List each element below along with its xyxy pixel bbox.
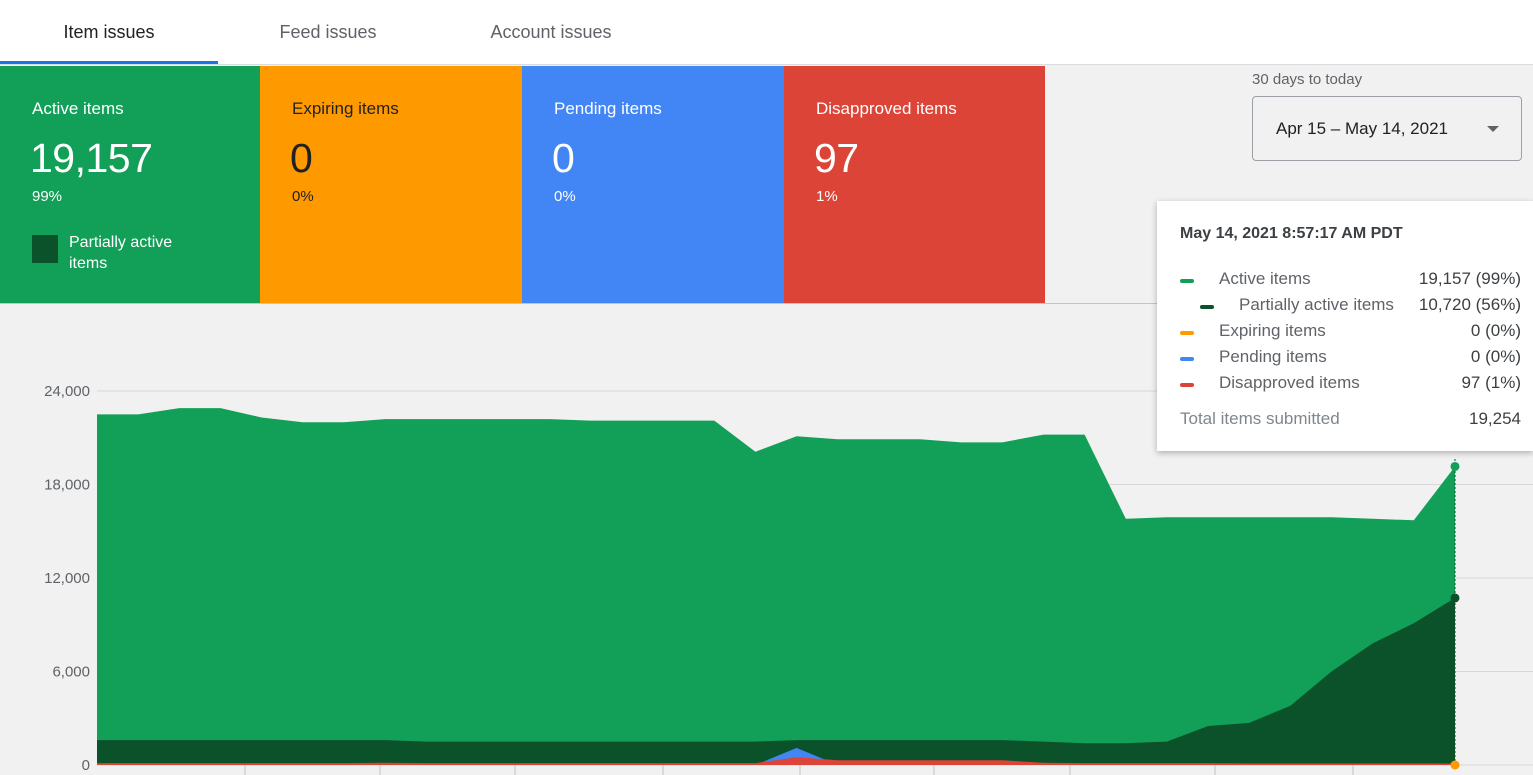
series-dash-icon <box>1180 331 1194 335</box>
disapproved-items-label: Disapproved items <box>816 99 957 118</box>
series-dash-icon <box>1200 305 1214 309</box>
hover-point <box>1450 593 1460 603</box>
active-items-card[interactable]: Active items 19,157 99% Partially active… <box>0 66 260 303</box>
hover-point <box>1450 760 1460 770</box>
active-items-percent: 99% <box>32 188 63 205</box>
pending-items-count: 0 <box>552 135 575 181</box>
tooltip-series-value: 0 (0%) <box>1470 347 1521 366</box>
y-tick-label: 0 <box>82 757 90 774</box>
series-dash-icon <box>1180 357 1194 361</box>
y-tick-label: 6,000 <box>52 664 90 681</box>
series-area <box>97 408 1455 765</box>
tab-item-issues[interactable]: Item issues <box>0 0 218 64</box>
tooltip-row: Pending items 0 (0%) <box>1157 347 1533 369</box>
tooltip-series-name: Partially active items <box>1239 295 1394 314</box>
tooltip-series-value: 19,157 (99%) <box>1418 269 1521 288</box>
pending-items-percent: 0% <box>554 188 576 205</box>
active-items-label: Active items <box>32 99 124 118</box>
partially-active-label: Partially active items <box>69 234 173 272</box>
tooltip-series-name: Disapproved items <box>1219 373 1360 392</box>
y-tick-label: 12,000 <box>44 570 90 587</box>
dropdown-caret-icon <box>1487 126 1499 132</box>
disapproved-items-percent: 1% <box>816 188 838 205</box>
y-tick-label: 18,000 <box>44 477 90 494</box>
tooltip-series-value: 10,720 (56%) <box>1418 295 1521 314</box>
pending-items-label: Pending items <box>554 99 662 118</box>
series-dash-icon <box>1180 383 1194 387</box>
tooltip-series-value: 97 (1%) <box>1461 373 1521 392</box>
active-items-count: 19,157 <box>30 135 153 181</box>
tooltip-row: Partially active items 10,720 (56%) <box>1157 295 1533 317</box>
y-tick-label: 24,000 <box>44 383 90 400</box>
date-range-value: Apr 15 – May 14, 2021 <box>1276 118 1449 138</box>
tooltip-series-name: Active items <box>1219 269 1311 288</box>
tooltip-series-value: 0 (0%) <box>1470 321 1521 340</box>
tooltip-total-value: 19,254 <box>1469 409 1521 428</box>
expiring-items-count: 0 <box>290 135 313 181</box>
hover-point <box>1450 461 1460 471</box>
expiring-items-label: Expiring items <box>292 99 399 118</box>
tooltip-row: Active items 19,157 (99%) <box>1157 269 1533 291</box>
series-dash-icon <box>1180 279 1194 283</box>
tab-account-issues[interactable]: Account issues <box>438 0 664 64</box>
date-range-label: 30 days to today <box>1252 71 1363 88</box>
pending-items-card[interactable]: Pending items 0 0% <box>522 66 784 303</box>
tooltip-row: Disapproved items 97 (1%) <box>1157 373 1533 395</box>
tab-feed-issues[interactable]: Feed issues <box>218 0 438 64</box>
expiring-items-percent: 0% <box>292 188 314 205</box>
partially-active-swatch <box>32 235 58 263</box>
tab-bar: Item issues Feed issues Account issues <box>0 0 1533 65</box>
partially-active-legend[interactable]: Partially active items <box>32 232 209 274</box>
expiring-items-card[interactable]: Expiring items 0 0% <box>260 66 522 303</box>
chart-tooltip: May 14, 2021 8:57:17 AM PDT Active items… <box>1157 201 1533 451</box>
disapproved-items-count: 97 <box>814 135 859 181</box>
tooltip-total-label: Total items submitted <box>1180 409 1340 428</box>
tooltip-series-name: Expiring items <box>1219 321 1326 340</box>
disapproved-items-card[interactable]: Disapproved items 97 1% <box>784 66 1045 303</box>
tooltip-series-name: Pending items <box>1219 347 1327 366</box>
tooltip-timestamp: May 14, 2021 8:57:17 AM PDT <box>1180 225 1403 242</box>
date-range-select[interactable]: Apr 15 – May 14, 2021 <box>1252 96 1522 161</box>
active-tab-indicator <box>0 61 218 64</box>
tooltip-row: Expiring items 0 (0%) <box>1157 321 1533 343</box>
